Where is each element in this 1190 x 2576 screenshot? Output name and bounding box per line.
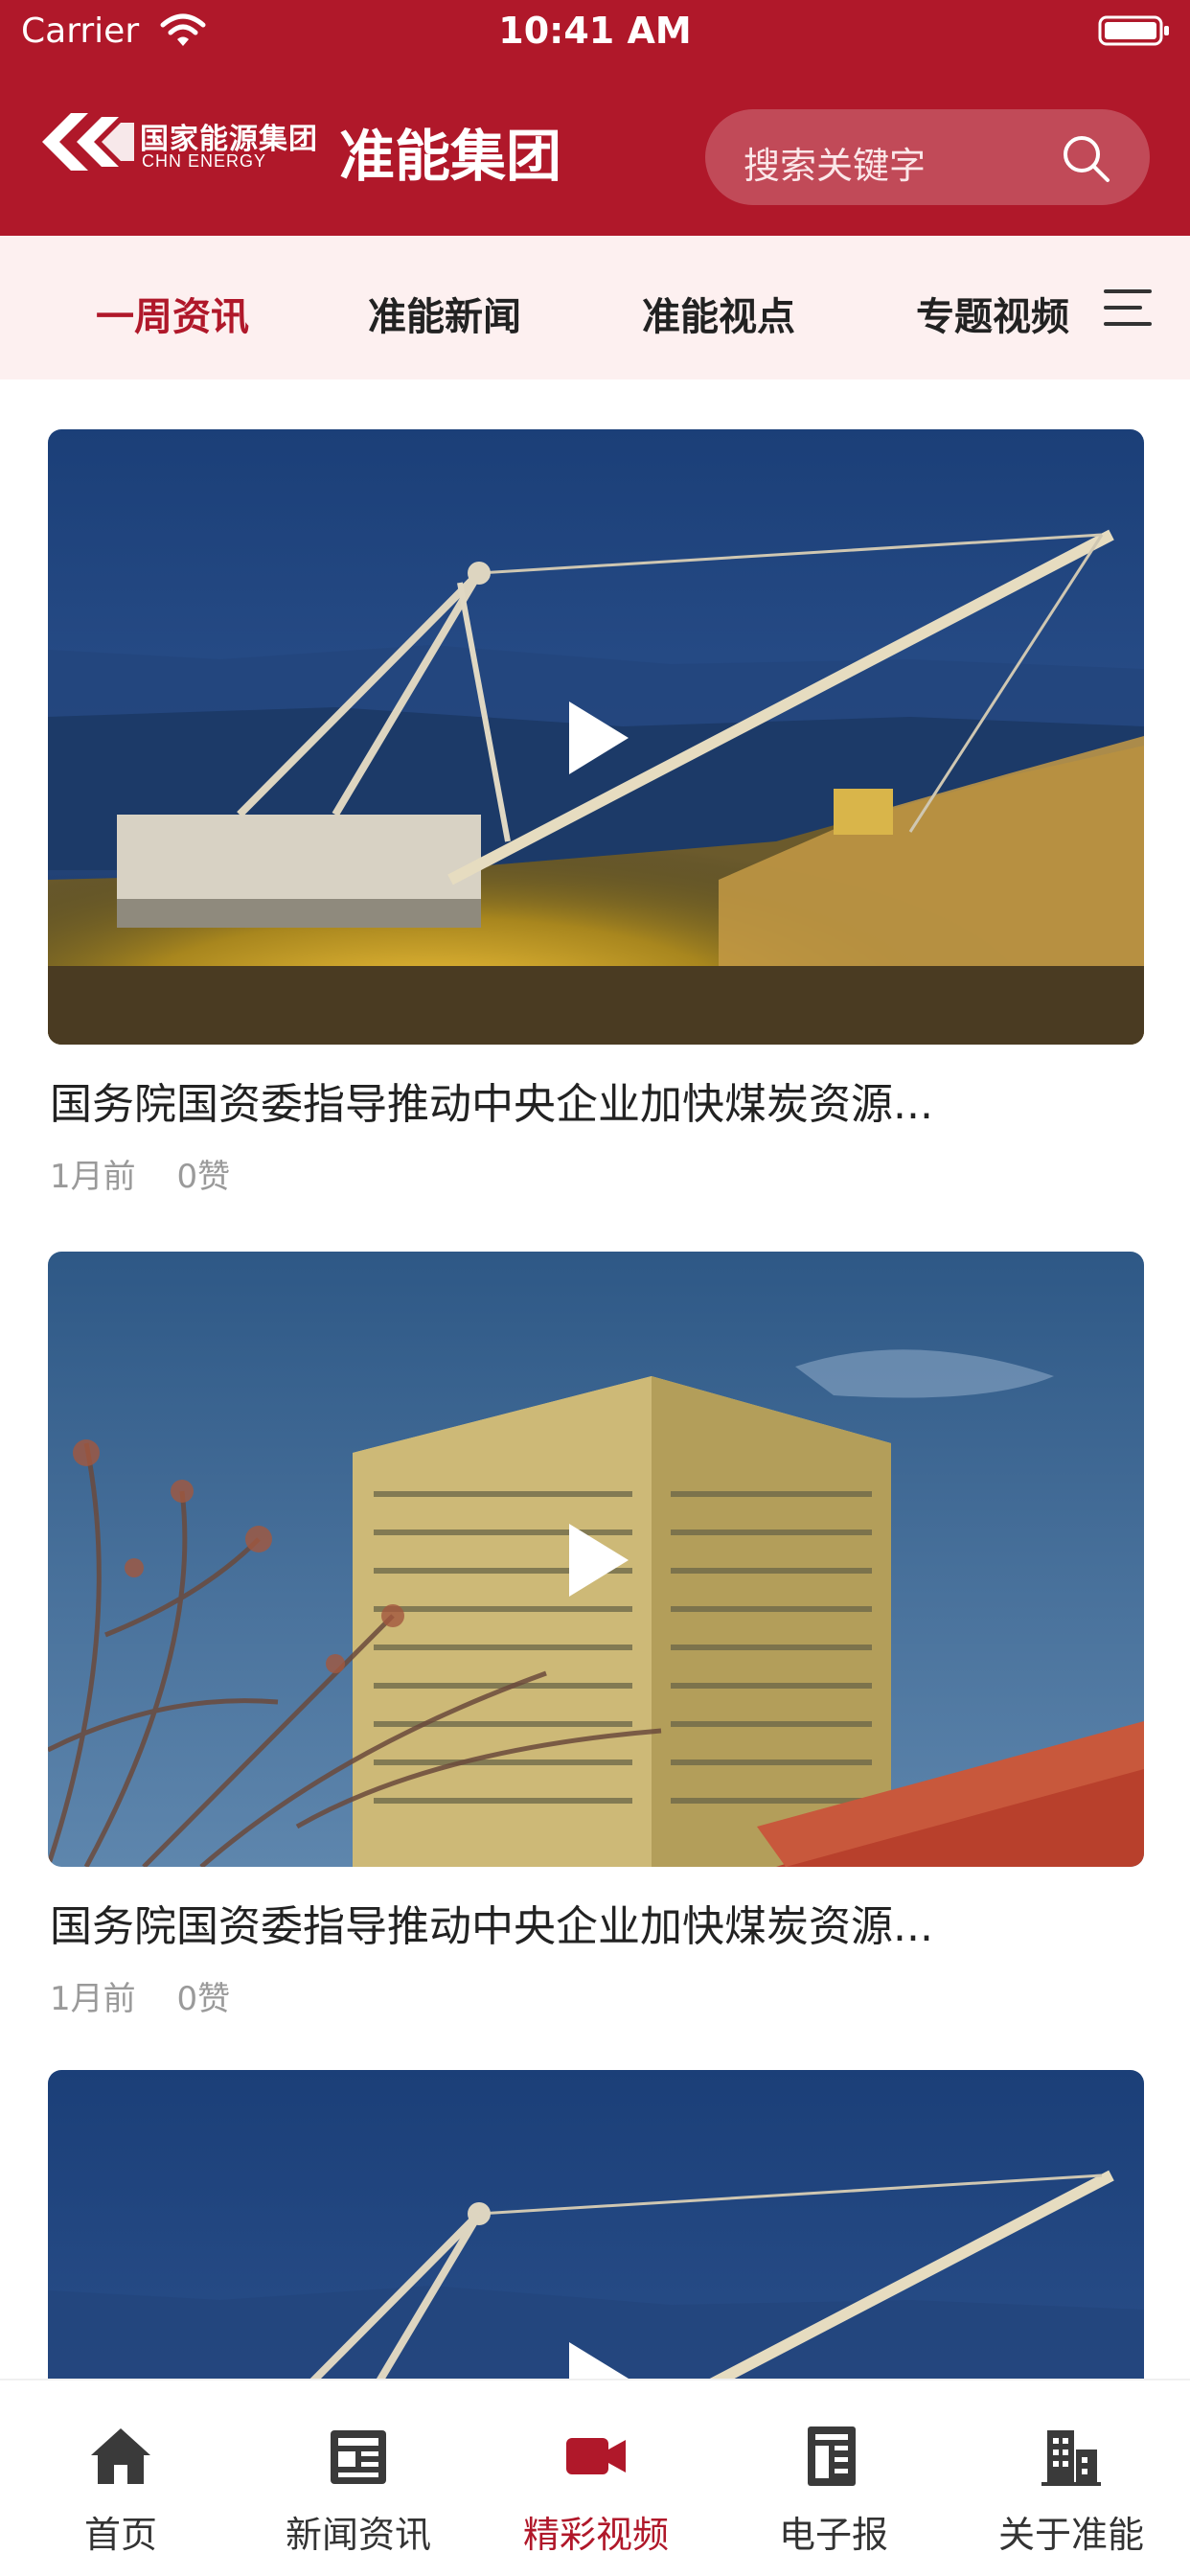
- nav-videos[interactable]: 精彩视频: [477, 2380, 715, 2576]
- video-title[interactable]: 国务院国资委指导推动中央企业加快煤炭资源...: [50, 1070, 1142, 1131]
- play-icon[interactable]: [565, 700, 632, 776]
- news-icon: [331, 2430, 386, 2484]
- video-card[interactable]: [48, 2070, 1144, 2379]
- excavator-thumbnail: [48, 2070, 1144, 2379]
- building-icon: [1041, 2430, 1101, 2486]
- search-icon[interactable]: [1060, 132, 1111, 184]
- tab-clip: 专题视频: [912, 236, 1081, 380]
- home-icon: [91, 2428, 150, 2484]
- nav-label-epaper: 电子报: [778, 2514, 888, 2556]
- video-meta: 1月前 0赞: [50, 1150, 261, 1197]
- nav-home[interactable]: 首页: [2, 2380, 240, 2576]
- video-feed: 国务院国资委指导推动中央企业加快煤炭资源... 1月前 0赞 国务院国资委指导推…: [0, 380, 1190, 2379]
- tab-zhunneng-viewpoint[interactable]: 准能视点: [642, 286, 795, 341]
- status-time: 10:41 AM: [498, 10, 692, 52]
- tab-zhunneng-news[interactable]: 准能新闻: [368, 286, 521, 341]
- chn-energy-logo-icon: [42, 113, 134, 171]
- like-count: 0赞: [176, 1158, 231, 1196]
- publish-time: 1月前: [50, 1158, 136, 1196]
- app-header: Carrier 10:41 AM 国家能源集团 CHN ENERGY 准能集团 …: [0, 0, 1190, 236]
- play-icon[interactable]: [565, 1522, 632, 1598]
- search-input[interactable]: 搜索关键字: [705, 109, 1150, 205]
- nav-label-home: 首页: [83, 2514, 157, 2556]
- tab-weekly-news[interactable]: 一周资讯: [96, 286, 249, 341]
- video-card[interactable]: 国务院国资委指导推动中央企业加快煤炭资源... 1月前 0赞: [48, 429, 1144, 1215]
- video-meta: 1月前 0赞: [50, 1972, 261, 2019]
- nav-news[interactable]: 新闻资讯: [240, 2380, 477, 2576]
- video-card[interactable]: 国务院国资委指导推动中央企业加快煤炭资源... 1月前 0赞: [48, 1252, 1144, 2037]
- publish-time: 1月前: [50, 1980, 136, 2018]
- search-placeholder: 搜索关键字: [744, 145, 927, 187]
- status-bar: Carrier 10:41 AM: [0, 0, 1190, 63]
- video-camera-icon: [566, 2438, 626, 2474]
- video-thumbnail[interactable]: [48, 2070, 1144, 2379]
- newspaper-icon: [808, 2426, 856, 2486]
- brand-name-en: CHN ENERGY: [142, 151, 267, 171]
- battery-icon: [1098, 15, 1169, 46]
- nav-label-videos: 精彩视频: [522, 2514, 669, 2556]
- bottom-nav: 首页 新闻资讯 精彩视频 电子报 关于准能: [0, 2379, 1190, 2576]
- nav-about[interactable]: 关于准能: [952, 2380, 1190, 2576]
- app-title: 准能集团: [339, 124, 562, 189]
- nav-label-about: 关于准能: [997, 2514, 1144, 2556]
- like-count: 0赞: [176, 1980, 231, 2018]
- menu-icon[interactable]: [1104, 286, 1152, 330]
- nav-epaper[interactable]: 电子报: [715, 2380, 952, 2576]
- video-thumbnail[interactable]: [48, 1252, 1144, 1867]
- nav-label-news: 新闻资讯: [285, 2514, 431, 2556]
- tab-special-video[interactable]: 专题视频: [916, 286, 1069, 341]
- category-tabs: 一周资讯 准能新闻 准能视点 专题视频: [0, 236, 1190, 380]
- video-title[interactable]: 国务院国资委指导推动中央企业加快煤炭资源...: [50, 1892, 1142, 1953]
- play-icon[interactable]: [565, 2340, 632, 2379]
- video-thumbnail[interactable]: [48, 429, 1144, 1045]
